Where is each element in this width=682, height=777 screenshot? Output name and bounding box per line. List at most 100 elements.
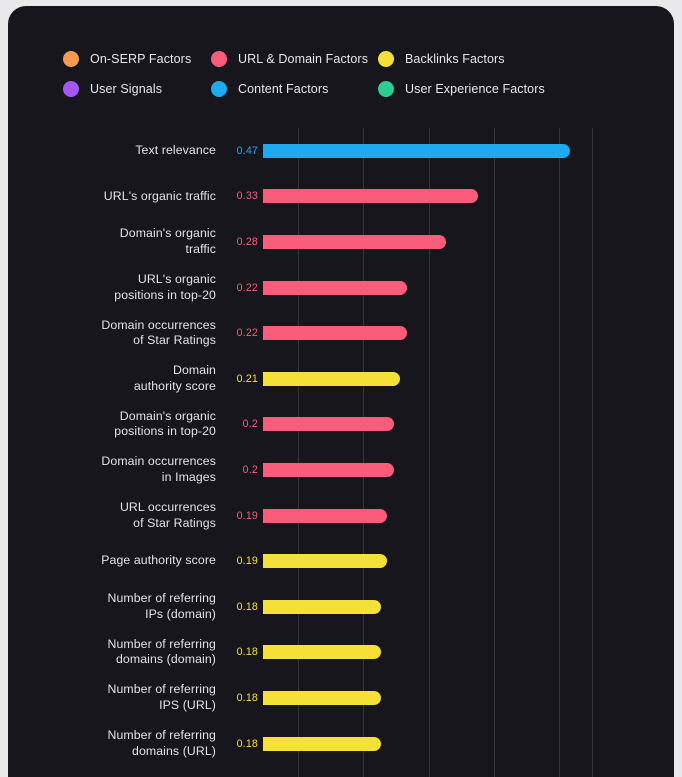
chart-bar[interactable] [263,280,407,295]
chart-row[interactable]: Number of referring IPS (URL) 0.18 [8,675,674,721]
legend-row: User Signals Content Factors User Experien… [63,74,623,104]
chart-plot-area: Text relevance 0.47 URL's organic traffic 0… [8,128,674,777]
chart-row-label: Number of referring domains (URL) [16,728,216,759]
legend-swatch-user-signals-icon [63,81,79,97]
legend-row: On-SERP Factors URL & Domain Factors Backl… [63,44,623,74]
chart-row[interactable]: Domain occurrences of Star Ratings 0.22 [8,310,674,356]
chart-bar-rows: Text relevance 0.47 URL's organic traffic 0… [8,128,674,777]
chart-row-label-line: URL's organic [137,272,216,287]
chart-bar-track [263,630,674,676]
chart-row[interactable]: Domain authority score 0.21 [8,356,674,402]
chart-row-label-line: authority score [133,378,216,393]
chart-row[interactable]: URL's organic traffic 0.33 [8,174,674,220]
chart-bar[interactable] [263,508,388,523]
chart-row-label: Page authority score [16,553,216,569]
chart-row[interactable]: Number of referring domains (domain) 0.18 [8,630,674,676]
chart-row-value: 0.18 [236,691,258,704]
chart-row-value: 0.22 [236,281,258,294]
legend-item-backlinks[interactable]: Backlinks Factors [378,44,588,74]
chart-row-label: Domain's organic positions in top-20 [16,409,216,440]
chart-row-label-line: positions in top-20 [114,287,216,302]
chart-bar-track [263,219,674,265]
chart-row-value: 0.18 [236,600,258,613]
legend-item-content[interactable]: Content Factors [211,74,378,104]
chart-row-label: Number of referring IPs (domain) [16,591,216,622]
chart-row[interactable]: Domain occurrences in Images 0.2 [8,447,674,493]
chart-row-label-line: domains (domain) [115,652,216,667]
legend-item-url-domain[interactable]: URL & Domain Factors [211,44,378,74]
chart-row-value: 0.18 [236,646,258,659]
chart-row-value: 0.19 [236,509,258,522]
legend-item-on-serp[interactable]: On-SERP Factors [63,44,211,74]
chart-bar[interactable] [263,736,381,751]
chart-row-label-line: Page authority score [101,553,216,568]
legend-item-user-signals[interactable]: User Signals [63,74,211,104]
chart-row-label: URL occurrences of Star Ratings [16,500,216,531]
chart-bar-track [263,538,674,584]
chart-row-value: 0.18 [236,737,258,750]
chart-row-label-line: IPs (domain) [145,606,216,621]
chart-row-label-line: Number of referring [107,591,216,606]
chart-bar[interactable] [263,234,446,249]
chart-bar[interactable] [263,599,381,614]
chart-row-label: Domain's organic traffic [16,226,216,257]
chart-bar-track [263,174,674,220]
chart-bar[interactable] [263,690,381,705]
chart-row-label-line: traffic [185,241,216,256]
legend-label: URL & Domain Factors [238,52,369,66]
chart-row-label-line: Domain's organic [119,226,216,241]
chart-row-label-line: Domain occurrences [101,317,216,332]
chart-bar[interactable] [263,554,388,569]
chart-bar[interactable] [263,326,407,341]
legend-label: Backlinks Factors [405,52,505,66]
legend-label: User Signals [90,82,163,96]
chart-row-label: Number of referring IPS (URL) [16,682,216,713]
chart-bar-track [263,584,674,630]
chart-row-label: Domain occurrences of Star Ratings [16,318,216,349]
chart-row[interactable]: Number of referring IPs (domain) 0.18 [8,584,674,630]
chart-row-label-line: URL's organic traffic [103,188,216,203]
chart-row-label-line: IPS (URL) [159,697,216,712]
chart-bar[interactable] [263,371,401,386]
chart-row[interactable]: URL's organic positions in top-20 0.22 [8,265,674,311]
chart-row[interactable]: Domain's organic traffic 0.28 [8,219,674,265]
chart-row-label-line: Domain occurrences [101,454,216,469]
chart-row[interactable]: Number of referring domains (URL) 0.18 [8,721,674,767]
legend-label: User Experience Factors [405,82,545,96]
legend-label: Content Factors [238,82,329,96]
chart-row-label: Domain authority score [16,363,216,394]
chart-row-label: URL's organic traffic [16,189,216,205]
chart-bar-track [263,721,674,767]
chart-row[interactable]: Page authority score 0.19 [8,538,674,584]
chart-bar[interactable] [263,143,570,158]
chart-row-value: 0.33 [236,190,258,203]
chart-row-label-line: domains (URL) [132,743,216,758]
chart-bar[interactable] [263,417,394,432]
chart-row[interactable]: URL occurrences of Star Ratings 0.19 [8,493,674,539]
chart-row-label: Number of referring domains (domain) [16,637,216,668]
chart-bar-track [263,675,674,721]
chart-row-value: 0.2 [242,418,258,431]
chart-row-label-line: Text relevance [135,143,216,158]
chart-row[interactable]: Content quality score0.17 [8,766,674,777]
legend-swatch-backlinks-icon [378,51,394,67]
chart-bar-track [263,128,674,174]
chart-bar-track [263,766,674,777]
chart-row-label-line: of Star Ratings [133,515,216,530]
chart-row-label-line: Number of referring [107,728,216,743]
chart-bar-track [263,310,674,356]
chart-row[interactable]: Text relevance 0.47 [8,128,674,174]
legend-swatch-user-experience-icon [378,81,394,97]
chart-row-label-line: Number of referring [107,682,216,697]
chart-bar[interactable] [263,462,394,477]
chart-row-label-line: Number of referring [107,636,216,651]
chart-bar[interactable] [263,189,479,204]
chart-bar-track [263,493,674,539]
chart-row-label: Domain occurrences in Images [16,454,216,485]
legend-swatch-content-icon [211,81,227,97]
legend-item-user-experience[interactable]: User Experience Factors [378,74,588,104]
chart-bar[interactable] [263,645,381,660]
chart-row-value: 0.28 [236,235,258,248]
chart-row[interactable]: Domain's organic positions in top-20 0.2 [8,402,674,448]
legend-swatch-on-serp-icon [63,51,79,67]
